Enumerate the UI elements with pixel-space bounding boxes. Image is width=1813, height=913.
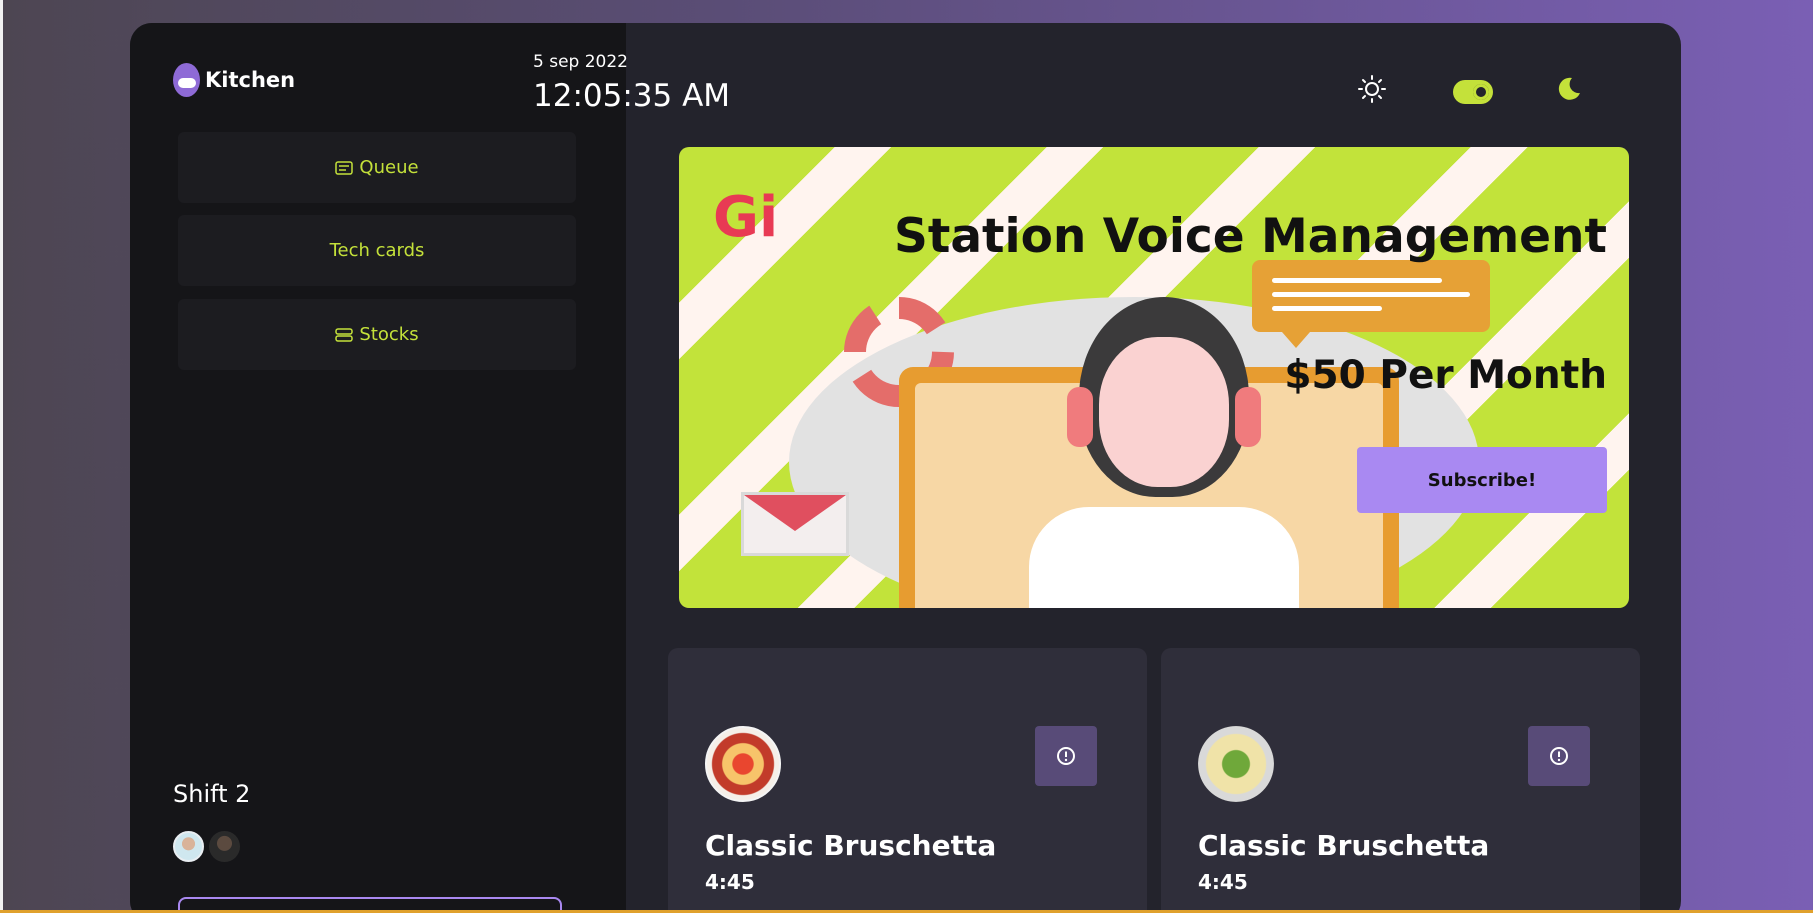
banner-title: Station Voice Management (894, 209, 1607, 264)
info-icon (1057, 747, 1075, 765)
nav-queue-label: Queue (359, 157, 419, 178)
nav-tech-cards-label: Tech cards (329, 240, 425, 261)
banner-price: $50 Per Month (1284, 353, 1607, 398)
nav-tech-cards-button[interactable]: Tech cards (178, 215, 576, 286)
envelope-illustration (741, 492, 849, 556)
subscribe-button[interactable]: Subscribe! (1357, 447, 1607, 513)
theme-toggle[interactable] (1453, 80, 1493, 104)
dish-name: Classic Bruschetta (705, 829, 997, 862)
dish-time: 4:45 (705, 870, 755, 894)
promo-banner: Gi Station Voice Management $50 Per Mont… (679, 147, 1629, 608)
current-date: 5 sep 2022 (533, 52, 628, 72)
agent-illustration-face (1099, 337, 1229, 487)
current-time: 12:05:35 AM (533, 78, 731, 114)
nav-queue-button[interactable]: Queue (178, 132, 576, 203)
nav-stocks-label: Stocks (359, 324, 419, 345)
sun-icon[interactable] (1357, 74, 1387, 104)
moon-icon[interactable] (1553, 74, 1583, 104)
info-button[interactable] (1035, 726, 1097, 786)
stack-icon (335, 327, 354, 342)
info-button[interactable] (1528, 726, 1590, 786)
cloud-logo-icon (173, 63, 200, 97)
dish-image (705, 726, 781, 802)
app-name: Kitchen (205, 68, 296, 92)
agent-illustration-body (1029, 507, 1299, 608)
dish-time: 4:45 (1198, 870, 1248, 894)
dish-name: Classic Bruschetta (1198, 829, 1490, 862)
avatar[interactable] (173, 831, 204, 862)
list-icon (335, 160, 354, 175)
dish-card[interactable]: Classic Bruschetta 4:45 (1161, 648, 1640, 913)
app-logo[interactable]: Kitchen (173, 63, 295, 97)
sidebar: Kitchen Queue Tech cards Stocks Shift 2 (130, 23, 626, 913)
brand-logo: Gi (713, 185, 779, 250)
chat-bubble-illustration (1252, 260, 1490, 348)
avatar[interactable] (209, 831, 240, 862)
shift-avatars (173, 831, 240, 862)
window-edge (0, 0, 3, 913)
info-icon (1550, 747, 1568, 765)
nav-stocks-button[interactable]: Stocks (178, 299, 576, 370)
headset-illustration (1067, 387, 1093, 447)
dish-image (1198, 726, 1274, 802)
headset-illustration (1235, 387, 1261, 447)
dish-card[interactable]: Classic Bruschetta 4:45 (668, 648, 1147, 913)
shift-label: Shift 2 (173, 780, 251, 808)
